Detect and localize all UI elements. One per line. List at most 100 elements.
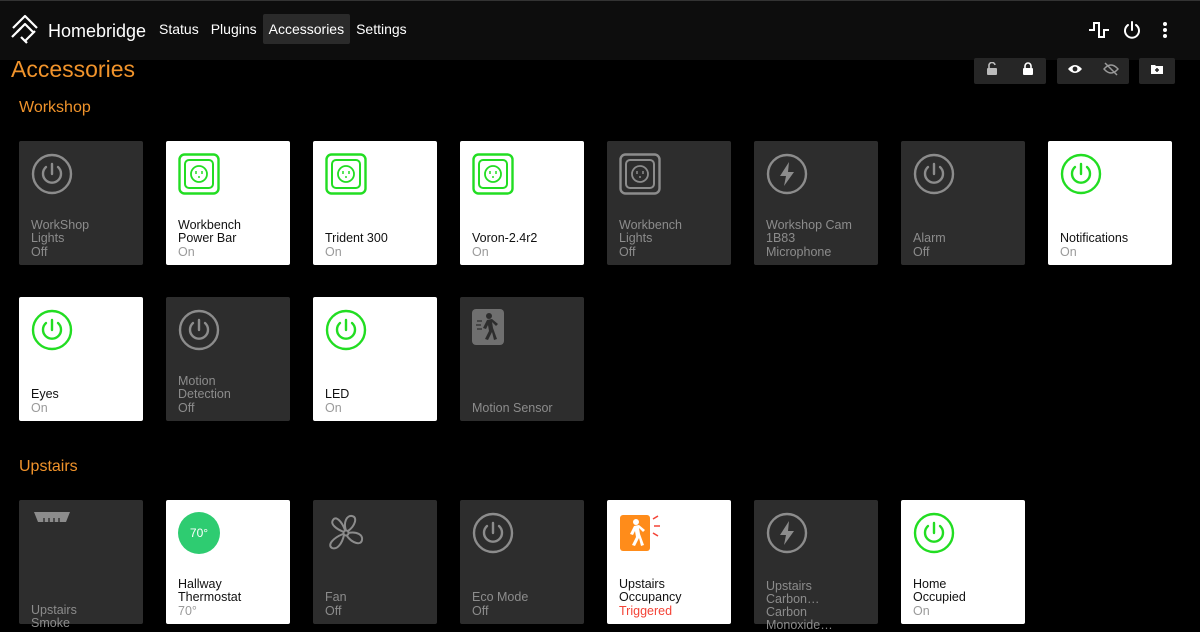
tile-state: 70° xyxy=(178,604,197,618)
pulse-icon[interactable] xyxy=(1088,19,1110,41)
tile-upstairs-occupancy[interactable]: Upstairs Occupancy Triggered xyxy=(607,500,731,624)
power-icon[interactable] xyxy=(1121,19,1143,41)
outlet-icon xyxy=(619,153,661,195)
main-nav: Status Plugins Accessories Settings xyxy=(153,14,413,44)
tile-state: On xyxy=(913,604,930,618)
tile-state: Off xyxy=(178,401,195,415)
visibility-button-group xyxy=(1057,58,1129,84)
tile-name: Upstairs Smoke xyxy=(31,604,77,630)
smoke-detector-icon xyxy=(31,510,73,534)
tile-state: Triggered xyxy=(619,604,673,618)
tile-state: Off xyxy=(472,604,489,618)
tile-trident-300[interactable]: Trident 300 On xyxy=(313,141,437,265)
eye-off-icon xyxy=(1103,61,1119,81)
tile-notifications[interactable]: Notifications On xyxy=(1048,141,1172,265)
lock-layout-button[interactable] xyxy=(1010,58,1046,84)
nav-actions xyxy=(1077,19,1176,41)
add-room-button[interactable] xyxy=(1139,58,1175,84)
lock-icon xyxy=(1022,62,1034,80)
outlet-icon xyxy=(178,153,220,195)
section-title-workshop: Workshop xyxy=(19,99,91,116)
power-icon xyxy=(913,153,955,195)
tile-home-occupied[interactable]: Home Occupied On xyxy=(901,500,1025,624)
tile-state: On xyxy=(178,245,195,259)
thermostat-current-temp: 70° xyxy=(178,512,220,554)
tile-workbench-power-bar[interactable]: Workbench Power Bar On xyxy=(166,141,290,265)
power-icon xyxy=(472,512,514,554)
section-title-upstairs: Upstairs xyxy=(19,458,78,475)
tile-name: Upstairs Occupancy xyxy=(619,578,682,604)
tile-motion-detection[interactable]: Motion Detection Off xyxy=(166,297,290,421)
tile-name: Hallway Thermostat xyxy=(178,578,242,604)
homebridge-logo-icon xyxy=(10,13,40,50)
tile-name: Notifications xyxy=(1060,232,1129,245)
tile-state: Off xyxy=(913,245,930,259)
unlock-layout-button[interactable] xyxy=(974,58,1010,84)
eye-icon xyxy=(1067,62,1083,80)
tile-workshop-cam[interactable]: Workshop Cam 1B83 Microphone xyxy=(754,141,878,265)
app-title: Homebridge xyxy=(48,21,147,41)
folder-plus-icon xyxy=(1150,62,1164,80)
tile-name: Eyes xyxy=(31,388,59,401)
tile-state: Off xyxy=(619,245,636,259)
tile-name: Trident 300 xyxy=(325,232,388,245)
tile-name: Workbench Lights xyxy=(619,219,682,245)
outlet-icon xyxy=(472,153,514,195)
tile-workshop-lights[interactable]: WorkShop Lights Off xyxy=(19,141,143,265)
tile-name: LED xyxy=(325,388,350,401)
power-icon xyxy=(178,309,220,351)
tile-name: Fan xyxy=(325,591,347,604)
nav-plugins[interactable]: Plugins xyxy=(205,14,263,44)
outlet-icon xyxy=(325,153,367,195)
tile-fan[interactable]: Fan Off xyxy=(313,500,437,624)
tile-name: Motion Detection xyxy=(178,375,231,401)
tile-motion-sensor[interactable]: Motion Sensor xyxy=(460,297,584,421)
power-icon xyxy=(913,512,955,554)
tile-state: On xyxy=(31,401,48,415)
tile-upstairs-smoke[interactable]: Upstairs Smoke xyxy=(19,500,143,630)
page-title: Accessories xyxy=(11,56,135,82)
nav-accessories[interactable]: Accessories xyxy=(262,14,351,44)
tile-eyes[interactable]: Eyes On xyxy=(19,297,143,421)
tile-state: On xyxy=(472,245,489,259)
tile-eco-mode[interactable]: Eco Mode Off xyxy=(460,500,584,624)
tile-upstairs-carbon-monoxide[interactable]: Upstairs Carbon… Carbon Monoxide… xyxy=(754,500,878,632)
tile-name: Eco Mode xyxy=(472,591,529,604)
bolt-icon xyxy=(766,153,808,195)
nav-status[interactable]: Status xyxy=(153,14,205,44)
hide-hidden-button[interactable] xyxy=(1093,58,1129,84)
thermostat-icon: 70° xyxy=(178,512,220,554)
tile-state: On xyxy=(325,401,342,415)
walking-person-icon xyxy=(472,309,504,345)
lock-button-group xyxy=(974,58,1046,84)
more-vert-icon[interactable] xyxy=(1154,19,1176,41)
tile-voron[interactable]: Voron-2.4r2 On xyxy=(460,141,584,265)
tile-name: Alarm xyxy=(913,232,946,245)
tile-name: WorkShop Lights xyxy=(31,219,90,245)
bolt-icon xyxy=(766,512,808,554)
power-icon xyxy=(1060,153,1102,195)
nav-settings[interactable]: Settings xyxy=(350,14,413,44)
power-icon xyxy=(31,309,73,351)
tile-state: Off xyxy=(31,245,48,259)
tile-alarm[interactable]: Alarm Off xyxy=(901,141,1025,265)
tile-state: Off xyxy=(325,604,342,618)
power-icon xyxy=(31,153,73,195)
occupancy-icon xyxy=(619,512,661,554)
power-icon xyxy=(325,309,367,351)
brand[interactable]: Homebridge xyxy=(10,13,146,50)
tile-state: Microphone xyxy=(766,245,832,259)
tile-name: Voron-2.4r2 xyxy=(472,232,538,245)
show-hidden-button[interactable] xyxy=(1057,58,1093,84)
tile-name: Workbench Power Bar xyxy=(178,219,241,245)
tile-name: Upstairs Carbon… Carbon Monoxide… xyxy=(766,580,833,632)
tile-led[interactable]: LED On xyxy=(313,297,437,421)
fan-icon xyxy=(325,512,367,554)
tile-name: Home Occupied xyxy=(913,578,966,604)
add-room-button-group xyxy=(1139,58,1175,84)
unlock-icon xyxy=(986,61,998,80)
tile-hallway-thermostat[interactable]: 70° Hallway Thermostat 70° xyxy=(166,500,290,624)
tile-workbench-lights[interactable]: Workbench Lights Off xyxy=(607,141,731,265)
tile-state: On xyxy=(1060,245,1077,259)
navbar: Homebridge Status Plugins Accessories Se… xyxy=(0,0,1200,60)
